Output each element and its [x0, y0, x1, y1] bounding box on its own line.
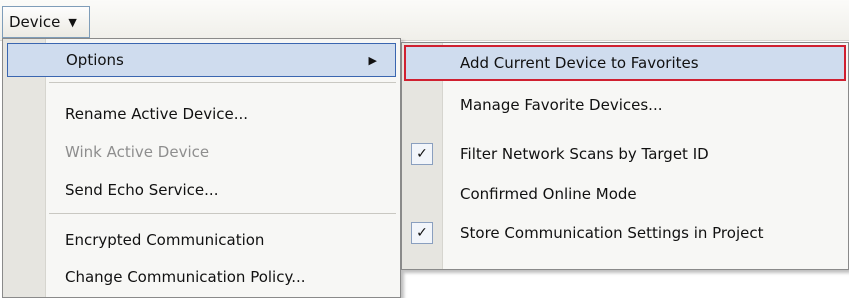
- submenu-arrow-icon: ▶: [368, 53, 377, 67]
- checkmark-icon: ✓: [411, 222, 433, 244]
- menu-item-encrypted-communication[interactable]: Encrypted Communication: [3, 223, 400, 257]
- menu-item-label: Wink Active Device: [65, 143, 210, 161]
- menu-item-wink-active-device: Wink Active Device: [3, 135, 400, 169]
- menu-item-label: Rename Active Device...: [65, 105, 249, 123]
- submenu-item-label: Confirmed Online Mode: [460, 185, 637, 203]
- submenu-item-label: Manage Favorite Devices...: [460, 96, 663, 114]
- submenu-item-label: Filter Network Scans by Target ID: [460, 145, 709, 163]
- device-menu-button[interactable]: Device ▼: [2, 6, 90, 38]
- submenu-item-manage-favorite-devices[interactable]: Manage Favorite Devices...: [402, 87, 848, 123]
- menu-bar: Device ▼: [0, 0, 849, 41]
- submenu-item-add-current-device-to-favorites[interactable]: Add Current Device to Favorites: [404, 45, 846, 81]
- menu-item-label: Options: [66, 51, 124, 69]
- submenu-item-confirmed-online-mode[interactable]: Confirmed Online Mode: [402, 176, 848, 212]
- menu-item-label: Encrypted Communication: [65, 231, 265, 249]
- device-menu-label: Device: [9, 13, 61, 31]
- submenu-item-filter-network-scans[interactable]: ✓ Filter Network Scans by Target ID: [402, 136, 848, 172]
- menu-item-change-communication-policy[interactable]: Change Communication Policy...: [3, 260, 400, 294]
- menu-item-label: Send Echo Service...: [65, 181, 219, 199]
- menu-item-label: Change Communication Policy...: [65, 268, 306, 286]
- options-submenu: Add Current Device to Favorites Manage F…: [401, 42, 849, 270]
- menu-item-send-echo-service[interactable]: Send Echo Service...: [3, 173, 400, 207]
- menu-separator: [49, 213, 396, 214]
- device-dropdown-menu: Options ▶ Rename Active Device... Wink A…: [2, 38, 401, 298]
- chevron-down-icon: ▼: [68, 15, 77, 29]
- checkmark-icon: ✓: [411, 143, 433, 165]
- submenu-item-store-communication-settings[interactable]: ✓ Store Communication Settings in Projec…: [402, 215, 848, 251]
- menu-item-rename-active-device[interactable]: Rename Active Device...: [3, 97, 400, 131]
- submenu-item-label: Add Current Device to Favorites: [460, 54, 699, 72]
- submenu-item-label: Store Communication Settings in Project: [460, 224, 764, 242]
- menu-item-options[interactable]: Options ▶: [7, 43, 396, 77]
- menu-separator: [49, 82, 396, 83]
